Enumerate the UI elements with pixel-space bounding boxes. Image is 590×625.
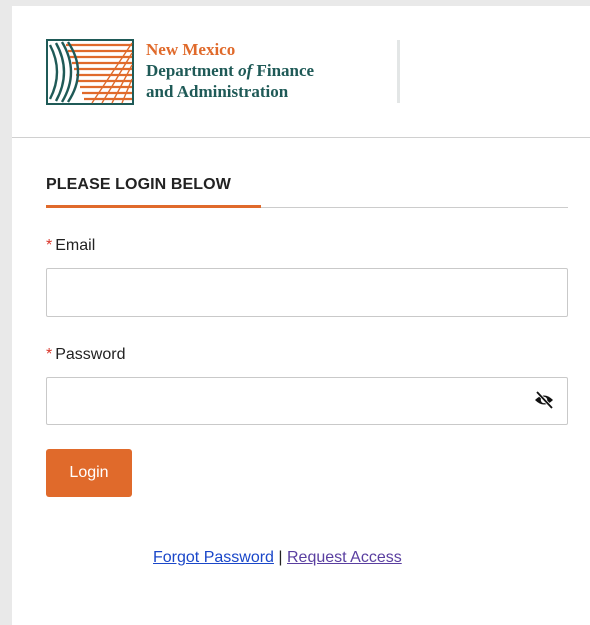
nm-dfa-sunrise-logo-icon — [46, 39, 134, 105]
request-access-link[interactable]: Request Access — [287, 549, 402, 566]
required-marker: * — [46, 346, 53, 363]
login-button[interactable]: Login — [46, 449, 132, 497]
agency-name-line3: and Administration — [146, 82, 289, 101]
title-accent-bar — [46, 205, 261, 208]
header-divider — [397, 40, 400, 103]
email-label-text: Email — [55, 237, 96, 254]
link-separator: | — [278, 549, 283, 566]
password-label-text: Password — [55, 346, 126, 363]
login-card: New Mexico Department of Finance and Adm… — [12, 6, 590, 625]
agency-name-dept: Department — [146, 61, 239, 80]
site-header: New Mexico Department of Finance and Adm… — [12, 6, 590, 138]
email-label: * Email — [46, 237, 95, 255]
agency-name-line2: Department of Finance — [146, 60, 314, 81]
agency-name-finance: Finance — [252, 61, 315, 80]
email-input[interactable] — [46, 268, 568, 317]
password-label: * Password — [46, 346, 125, 364]
forgot-password-link[interactable]: Forgot Password — [153, 549, 274, 566]
agency-name-line1: New Mexico — [146, 40, 236, 59]
section-title: PLEASE LOGIN BELOW — [46, 176, 231, 193]
agency-name: New Mexico Department of Finance and Adm… — [146, 39, 314, 102]
account-links: Forgot Password | Request Access — [153, 549, 402, 567]
password-input[interactable] — [46, 377, 568, 425]
agency-name-of: of — [238, 61, 253, 80]
eye-slash-icon[interactable] — [533, 390, 555, 410]
required-marker: * — [46, 237, 53, 254]
